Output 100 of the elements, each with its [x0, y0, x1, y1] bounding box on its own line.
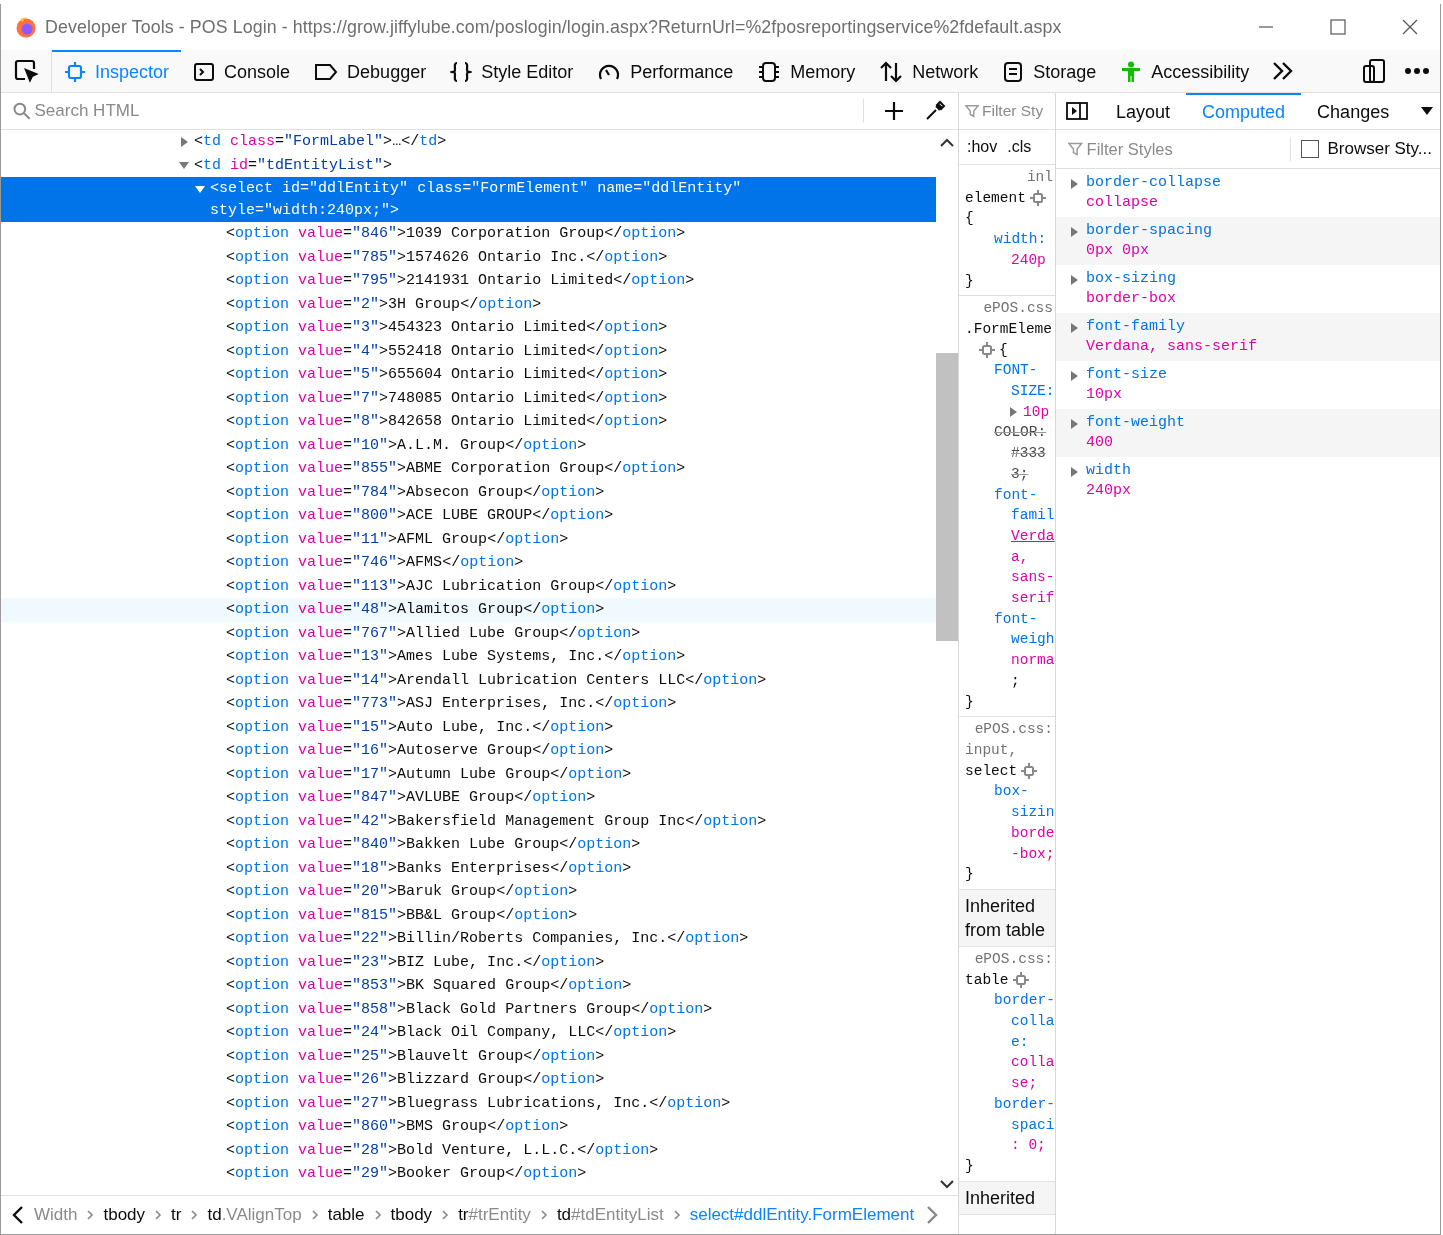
- markup-line[interactable]: <option value="5">655604 Ontario Limited</option>: [226, 364, 668, 386]
- breadcrumb[interactable]: Width: [34, 1205, 78, 1225]
- markup-line[interactable]: <select id="ddlEntity" class="FormElement" name="ddlEntity": [210, 178, 742, 200]
- breadcrumb[interactable]: table: [327, 1205, 365, 1225]
- more-icon[interactable]: [1404, 67, 1430, 75]
- toolbar-tab[interactable]: Debugger: [302, 50, 439, 92]
- breadcrumb[interactable]: tr#trEntity: [458, 1205, 531, 1225]
- maximize-icon[interactable]: [1330, 19, 1346, 35]
- markup-line[interactable]: <option value="2">3H Group</option>: [226, 293, 542, 315]
- markup-line[interactable]: <option value="3">454323 Ontario Limited</option>: [226, 317, 668, 339]
- expand-arrow-icon[interactable]: [1009, 406, 1019, 419]
- markup-line[interactable]: <option value="17">Autumn Lube Group</option>: [226, 763, 632, 785]
- chevron-right-icon[interactable]: [925, 1205, 940, 1225]
- element-picker-icon[interactable]: [13, 58, 39, 84]
- markup-line[interactable]: <option value="767">Allied Lube Group</option>: [226, 622, 641, 644]
- expand-arrow-icon[interactable]: [1070, 226, 1080, 238]
- close-icon[interactable]: [1402, 19, 1418, 35]
- expand-arrow-icon[interactable]: [178, 135, 190, 148]
- markup-line[interactable]: <option value="846">1039 Corporation Group</option>: [226, 223, 686, 245]
- expand-arrow-icon[interactable]: [1070, 178, 1080, 190]
- markup-line[interactable]: <option value="11">AFML Group</option>: [226, 528, 569, 550]
- expand-arrow-icon[interactable]: [1070, 274, 1080, 286]
- plus-icon[interactable]: [884, 101, 904, 121]
- crosshair-icon[interactable]: [1012, 971, 1029, 988]
- crosshair-icon[interactable]: [1021, 763, 1038, 780]
- expand-arrow-icon[interactable]: [1070, 418, 1080, 430]
- markup-line[interactable]: <option value="18">Banks Enterprises</option>: [226, 857, 632, 879]
- sidebar-tab[interactable]: Changes: [1301, 93, 1406, 129]
- source-link[interactable]: ePOS.css:: [974, 719, 1053, 740]
- markup-line[interactable]: <td id="tdEntityList">: [194, 154, 393, 176]
- markup-line[interactable]: <td class="FormLabel">…</td>: [194, 131, 447, 153]
- toolbar-tab[interactable]: Inspector: [52, 50, 182, 92]
- responsive-icon[interactable]: [1362, 58, 1386, 84]
- crosshair-icon[interactable]: [1029, 190, 1046, 207]
- toolbar-tab[interactable]: Performance: [585, 50, 746, 92]
- markup-line[interactable]: <option value="847">AVLUBE Group</option>: [226, 787, 596, 809]
- search-field[interactable]: Search HTML: [34, 101, 843, 121]
- scroll-up-icon[interactable]: [940, 138, 954, 148]
- markup-line[interactable]: <option value="858">Black Gold Partners Group</option>: [226, 998, 713, 1020]
- source-link[interactable]: ePOS.css: [983, 298, 1053, 319]
- markup-line[interactable]: <option value="815">BB&L Group</option>: [226, 904, 578, 926]
- markup-line[interactable]: <option value="10">A.L.M. Group</option>: [226, 434, 587, 456]
- markup-line[interactable]: <option value="746">AFMS</option>: [226, 552, 524, 574]
- markup-line[interactable]: <option value="27">Bluegrass Lubrications, Inc.</option>: [226, 1092, 731, 1114]
- markup-line[interactable]: <option value="113">AJC Lubrication Group</option>: [226, 575, 677, 597]
- expand-arrow-icon[interactable]: [1070, 370, 1080, 382]
- markup-line[interactable]: <option value="840">Bakken Lube Group</option>: [226, 834, 641, 856]
- markup-line[interactable]: <option value="7">748085 Ontario Limited</option>: [226, 387, 668, 409]
- toolbar-tab[interactable]: Style Editor: [438, 50, 586, 92]
- source-link[interactable]: inl: [1026, 167, 1053, 188]
- markup-line[interactable]: <option value="773">ASJ Enterprises, Inc.</option>: [226, 693, 677, 715]
- markup-line[interactable]: <option value="29">Booker Group</option>: [226, 1163, 587, 1185]
- sidebar-tab[interactable]: Layout: [1100, 93, 1187, 129]
- markup-line[interactable]: <option value="795">2141931 Ontario Limited</option>: [226, 270, 695, 292]
- browser-styles-checkbox[interactable]: Browser Sty...: [1301, 139, 1432, 159]
- breadcrumb[interactable]: td.VAlignTop: [207, 1205, 302, 1225]
- markup-line[interactable]: <option value="16">Autoserve Group</option>: [226, 740, 614, 762]
- markup-line[interactable]: <option value="855">ABME Corporation Group</option>: [226, 458, 686, 480]
- toolbar-tab[interactable]: Network: [867, 50, 991, 92]
- markup-line[interactable]: <option value="800">ACE LUBE GROUP</option>: [226, 505, 614, 527]
- toolbar-tab[interactable]: Memory: [745, 50, 868, 92]
- breadcrumb[interactable]: tr: [171, 1205, 182, 1225]
- toggle-button[interactable]: .cls: [1005, 138, 1034, 156]
- markup-line[interactable]: <option value="784">Absecon Group</option>: [226, 481, 605, 503]
- scrollbar-thumb[interactable]: [936, 353, 958, 641]
- breadcrumb[interactable]: td#tdEntityList: [556, 1205, 664, 1225]
- markup-line[interactable]: <option value="4">552418 Ontario Limited</option>: [226, 340, 668, 362]
- markup-line[interactable]: <option value="26">Blizzard Group</option>: [226, 1069, 605, 1091]
- toolbar-tab[interactable]: Storage: [990, 50, 1109, 92]
- markup-line[interactable]: <option value="24">Black Oil Company, LLC</option>: [226, 1022, 677, 1044]
- markup-line[interactable]: <option value="23">BIZ Lube, Inc.</option>: [226, 951, 605, 973]
- markup-line[interactable]: <option value="14">Arendall Lubrication Centers LLC</option>: [226, 669, 767, 691]
- toggle-button[interactable]: :hov: [965, 138, 1000, 156]
- markup-line[interactable]: <option value="785">1574626 Ontario Inc.</option>: [226, 246, 668, 268]
- sidebar-toggle-icon[interactable]: [1066, 101, 1088, 121]
- markup-line[interactable]: style="width:240px;">: [210, 199, 400, 221]
- markup-line[interactable]: <option value="22">Billin/Roberts Companies, Inc.</option>: [226, 928, 749, 950]
- markup-line[interactable]: <option value="15">Auto Lube, Inc.</option>: [226, 716, 614, 738]
- filter-field[interactable]: Filter Styles: [1086, 139, 1281, 159]
- sidebar-tab[interactable]: Computed: [1186, 93, 1302, 129]
- markup-line[interactable]: <option value="42">Bakersfield Management Group Inc</option>: [226, 810, 767, 832]
- expand-arrow-icon[interactable]: [1070, 322, 1080, 334]
- source-link[interactable]: ePOS.css:: [974, 948, 1053, 970]
- crosshair-icon[interactable]: [979, 341, 995, 358]
- scroll-down-icon[interactable]: [940, 1179, 954, 1189]
- filter-field[interactable]: Filter Sty: [982, 102, 1055, 120]
- markup-line[interactable]: <option value="8">842658 Ontario Limited</option>: [226, 411, 668, 433]
- breadcrumb[interactable]: tbody: [390, 1205, 433, 1225]
- eyedropper-icon[interactable]: [924, 100, 946, 122]
- breadcrumb[interactable]: select#ddlEntity.FormElement: [689, 1205, 915, 1225]
- markup-line[interactable]: <option value="13">Ames Lube Systems, Inc.</option>: [226, 646, 686, 668]
- toolbar-tab[interactable]: Console: [181, 50, 303, 92]
- chevron-left-icon[interactable]: [11, 1205, 25, 1225]
- markup-line[interactable]: <option value="20">Baruk Group</option>: [226, 881, 578, 903]
- toolbar-tab[interactable]: Accessibility: [1108, 50, 1262, 92]
- expand-arrow-icon[interactable]: [1070, 466, 1080, 478]
- dropdown-caret-icon[interactable]: [1420, 106, 1434, 116]
- breadcrumb[interactable]: tbody: [103, 1205, 146, 1225]
- markup-line[interactable]: <option value="860">BMS Group</option>: [226, 1116, 569, 1138]
- markup-line[interactable]: <option value="25">Blauvelt Group</option>: [226, 1045, 605, 1067]
